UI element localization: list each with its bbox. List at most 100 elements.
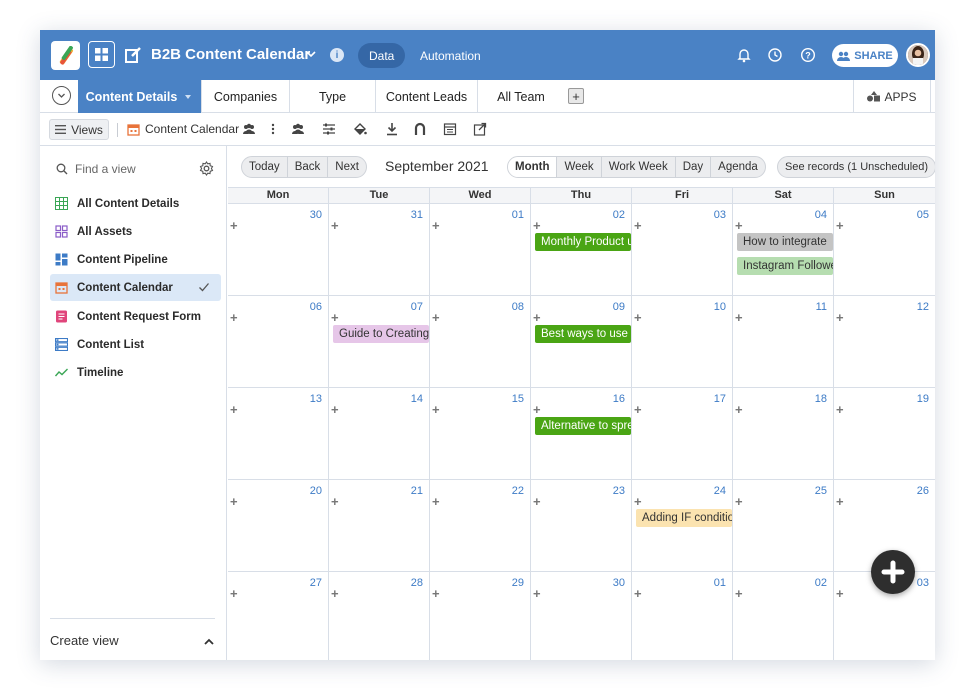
calendar-settings-icon[interactable] [443,122,457,136]
today-button[interactable]: Today [242,157,288,177]
day-cell[interactable]: 30 + [531,572,632,660]
add-event-button[interactable]: + [533,494,541,509]
see-records-button[interactable]: See records (1 Unscheduled) [777,156,935,178]
add-event-button[interactable]: + [836,586,844,601]
tab-automation[interactable]: Automation [420,49,481,63]
gear-icon[interactable] [199,161,214,176]
day-cell[interactable]: 16 + Alternative to spre [531,388,632,480]
tab-content-details[interactable]: Content Details [78,80,202,113]
add-event-button[interactable]: + [836,494,844,509]
back-button[interactable]: Back [288,157,329,177]
tab-companies[interactable]: Companies [202,80,290,113]
add-record-fab[interactable] [871,550,915,594]
day-cell[interactable]: 27 + [228,572,329,660]
day-number[interactable]: 06 [310,301,322,313]
add-event-button[interactable]: + [735,310,743,325]
views-toggle-button[interactable]: Views [49,119,109,140]
add-event-button[interactable]: + [533,586,541,601]
avatar[interactable] [906,43,930,67]
add-event-button[interactable]: + [735,586,743,601]
view-content-list[interactable]: Content List [50,331,221,358]
add-event-button[interactable]: + [533,402,541,417]
add-event-button[interactable]: + [331,402,339,417]
history-icon[interactable] [767,47,783,63]
day-number[interactable]: 09 [613,301,625,313]
add-event-button[interactable]: + [432,586,440,601]
day-cell[interactable]: 31 + [329,204,430,296]
day-number[interactable]: 03 [714,209,726,221]
share-button[interactable]: SHARE [832,44,898,67]
paint-bucket-icon[interactable] [353,122,367,136]
day-number[interactable]: 02 [815,577,827,589]
day-number[interactable]: 07 [411,301,423,313]
day-cell[interactable]: 06 + [228,296,329,388]
add-event-button[interactable]: + [432,402,440,417]
apps-button[interactable]: APPS [853,80,931,113]
workspace-grid-button[interactable] [88,41,115,68]
day-cell[interactable]: 19 + [834,388,935,480]
more-options-icon[interactable] [266,122,280,136]
month-view-button[interactable]: Month [508,157,558,177]
day-number[interactable]: 27 [310,577,322,589]
day-number[interactable]: 22 [512,485,524,497]
day-cell[interactable]: 30 + [228,204,329,296]
day-number[interactable]: 30 [613,577,625,589]
day-cell[interactable]: 08 + [430,296,531,388]
add-event-button[interactable]: + [331,494,339,509]
view-timeline[interactable]: Timeline [50,359,221,386]
app-logo[interactable] [51,41,80,70]
add-event-button[interactable]: + [230,310,238,325]
day-cell[interactable]: 03 + [632,204,733,296]
add-event-button[interactable]: + [230,402,238,417]
add-event-button[interactable]: + [634,218,642,233]
day-number[interactable]: 26 [917,485,929,497]
day-number[interactable]: 21 [411,485,423,497]
day-number[interactable]: 03 [917,577,929,589]
day-number[interactable]: 30 [310,209,322,221]
add-event-button[interactable]: + [230,586,238,601]
add-event-button[interactable]: + [735,494,743,509]
add-event-button[interactable]: + [533,310,541,325]
day-cell[interactable]: 20 + [228,480,329,572]
calendar-event[interactable]: Adding IF conditio [636,509,732,527]
day-number[interactable]: 16 [613,393,625,405]
collapse-sidebar-button[interactable] [52,86,71,105]
day-number[interactable]: 23 [613,485,625,497]
day-cell[interactable]: 04 + How to integrate Instagram Followe [733,204,834,296]
calendar-event[interactable]: Alternative to spre [535,417,631,435]
collaborators-icon[interactable] [291,122,305,136]
day-cell[interactable]: 09 + Best ways to use v [531,296,632,388]
day-number[interactable]: 02 [613,209,625,221]
add-event-button[interactable]: + [634,310,642,325]
add-event-button[interactable]: + [735,402,743,417]
filter-sliders-icon[interactable] [322,122,336,136]
day-number[interactable]: 10 [714,301,726,313]
add-event-button[interactable]: + [432,494,440,509]
day-number[interactable]: 24 [714,485,726,497]
add-event-button[interactable]: + [331,310,339,325]
week-view-button[interactable]: Week [557,157,602,177]
day-cell[interactable]: 15 + [430,388,531,480]
day-cell[interactable]: 07 + Guide to Creating [329,296,430,388]
add-event-button[interactable]: + [533,218,541,233]
day-cell[interactable]: 02 + [733,572,834,660]
view-all-content-details[interactable]: All Content Details [50,190,221,217]
calendar-event[interactable]: Monthly Product u [535,233,631,251]
day-number[interactable]: 13 [310,393,322,405]
tab-type[interactable]: Type [290,80,376,113]
day-number[interactable]: 17 [714,393,726,405]
add-event-button[interactable]: + [432,310,440,325]
calendar-event[interactable]: Best ways to use v [535,325,631,343]
day-number[interactable]: 14 [411,393,423,405]
day-cell[interactable]: 24 + Adding IF conditio [632,480,733,572]
day-cell[interactable]: 11 + [733,296,834,388]
day-cell[interactable]: 01 + [430,204,531,296]
tab-data[interactable]: Data [358,43,406,68]
add-table-button[interactable]: + [568,88,584,104]
day-cell[interactable]: 28 + [329,572,430,660]
add-event-button[interactable]: + [432,218,440,233]
agenda-view-button[interactable]: Agenda [711,157,765,177]
day-number[interactable]: 28 [411,577,423,589]
day-number[interactable]: 20 [310,485,322,497]
add-event-button[interactable]: + [836,310,844,325]
